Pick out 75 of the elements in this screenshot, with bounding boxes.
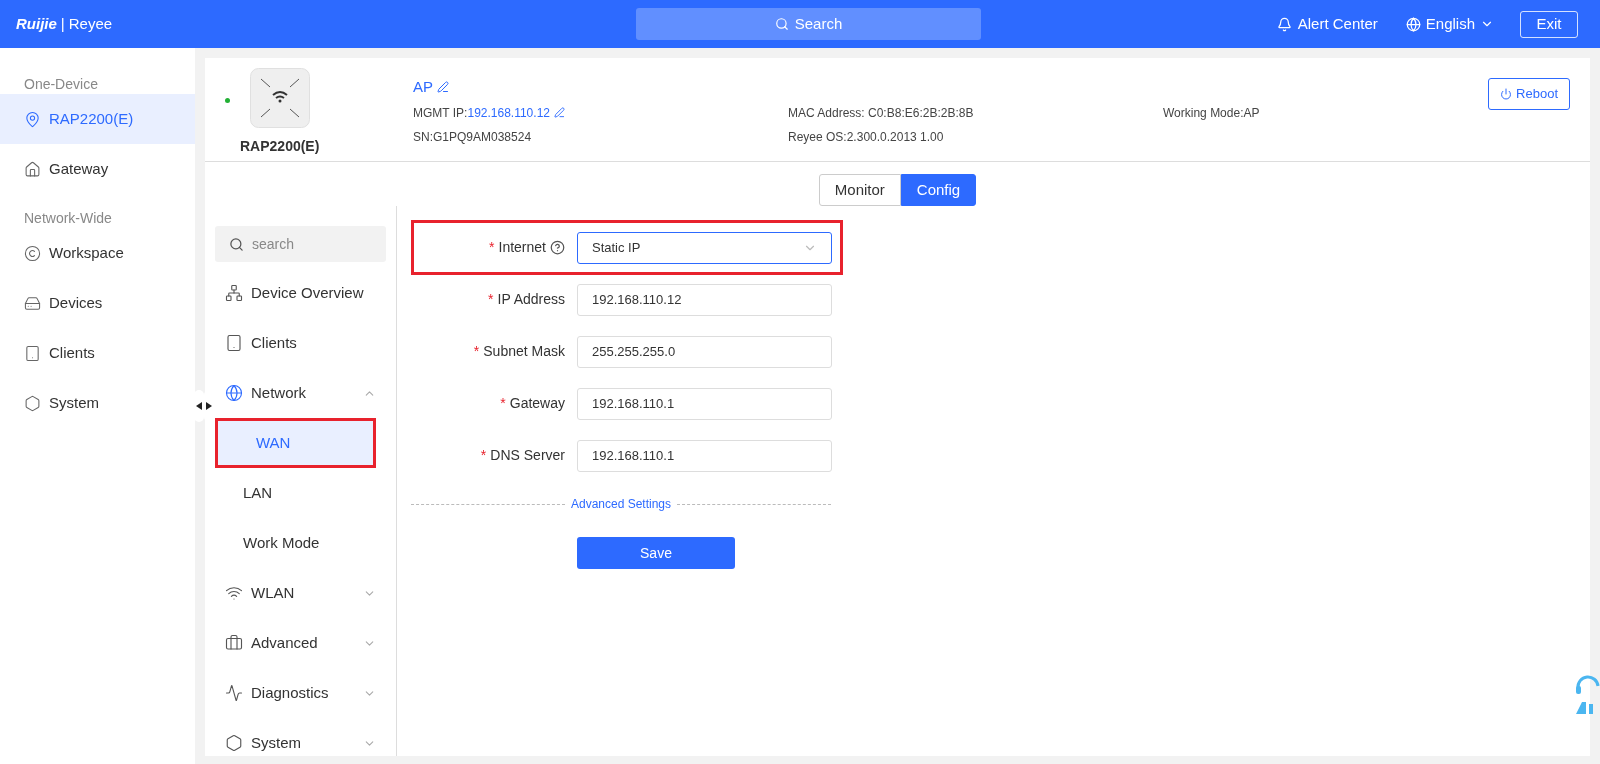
input-field[interactable]: 255.255.255.0 xyxy=(577,335,832,368)
logo-separator: | xyxy=(60,13,65,34)
logo-wordmark: Ruijie xyxy=(16,13,57,34)
access-point-icon xyxy=(249,68,310,128)
hexagon-icon xyxy=(225,734,243,752)
pulse-icon xyxy=(225,684,243,702)
sidebar-item[interactable]: RAP2200(E) xyxy=(0,94,195,144)
device-model: RAP2200(E) xyxy=(240,137,320,156)
device-icon xyxy=(24,294,41,312)
input-field[interactable]: 192.168.110.1 xyxy=(577,387,832,420)
menu-search-field[interactable]: search xyxy=(215,226,386,262)
sidebar-item[interactable]: Clients xyxy=(0,328,195,378)
working-mode: Working Mode:AP xyxy=(1163,104,1260,122)
field-label: IP Address xyxy=(497,290,565,309)
submenu-item[interactable]: Work Mode xyxy=(205,518,396,568)
sidebar-item[interactable]: Gateway xyxy=(0,144,195,194)
internet-type-dropdown[interactable]: Static IP xyxy=(577,231,832,264)
left-triangle-icon xyxy=(196,402,202,410)
tab[interactable]: Monitor xyxy=(818,174,901,206)
menu-item[interactable]: Device Overview xyxy=(215,268,396,318)
right-triangle-icon xyxy=(206,402,212,410)
edit-icon[interactable] xyxy=(554,107,565,118)
field-label: Gateway xyxy=(509,394,565,413)
menu-item[interactable]: Diagnostics xyxy=(215,668,396,718)
required-asterisk: * xyxy=(473,342,480,361)
tablet-icon xyxy=(225,334,243,352)
menu-item[interactable]: Clients xyxy=(215,318,396,368)
edit-icon[interactable] xyxy=(437,81,449,94)
tab[interactable]: Config xyxy=(900,174,977,206)
logo-wordmark: Reyee xyxy=(68,13,113,34)
bell-icon xyxy=(1276,16,1292,32)
submenu-item[interactable]: LAN xyxy=(205,468,396,518)
search-icon xyxy=(774,17,789,31)
house-icon xyxy=(24,160,41,178)
mac-address: MAC Address: C0:B8:E6:2B:2B:8B xyxy=(788,104,975,122)
power-icon xyxy=(1500,88,1513,100)
briefcase-icon xyxy=(225,634,243,652)
field-label: Internet xyxy=(498,238,546,257)
location-pin-icon xyxy=(24,110,41,128)
alert-center-button[interactable]: Alert Center xyxy=(1276,12,1378,36)
required-asterisk: * xyxy=(488,290,494,309)
device-name: AP xyxy=(413,77,433,97)
save-button[interactable]: Save xyxy=(577,537,735,569)
submenu-item[interactable]: WAN xyxy=(215,418,376,468)
serial-number: SN:G1PQ9AM038524 xyxy=(413,128,533,146)
globe-icon xyxy=(225,384,243,402)
field-label: DNS Server xyxy=(490,446,565,465)
sidebar-item[interactable]: Workspace xyxy=(0,228,195,278)
reboot-button[interactable]: Reboot xyxy=(1488,78,1570,110)
circle-letter-icon xyxy=(24,244,41,262)
required-asterisk: * xyxy=(480,446,487,465)
section-title: Network-Wide xyxy=(23,209,113,228)
input-field[interactable]: 192.168.110.1 xyxy=(577,439,832,472)
advanced-settings-link[interactable]: Advanced Settings xyxy=(564,495,678,513)
topology-icon xyxy=(225,284,243,302)
field-label: Subnet Mask xyxy=(483,342,565,361)
menu-item[interactable]: Network xyxy=(215,368,396,418)
help-icon[interactable] xyxy=(550,240,565,255)
menu-item[interactable]: WLAN xyxy=(215,568,396,618)
menu-item[interactable]: Advanced xyxy=(215,618,396,668)
exit-button[interactable]: Exit xyxy=(1520,10,1578,38)
sidebar-item[interactable]: Devices xyxy=(0,278,195,328)
support-agent-icon xyxy=(1574,674,1600,716)
required-asterisk: * xyxy=(500,394,506,413)
required-asterisk: * xyxy=(489,238,495,257)
tablet-icon xyxy=(24,344,41,362)
hexagon-icon xyxy=(24,394,41,412)
section-title: One-Device xyxy=(23,75,99,94)
globe-icon xyxy=(1405,16,1421,32)
os-version: Reyee OS:2.300.0.2013 1.00 xyxy=(788,128,944,146)
mgmt-ip: MGMT IP:192.168.110.12 xyxy=(413,104,550,122)
menu-item[interactable]: System xyxy=(215,718,396,764)
input-field[interactable]: 192.168.110.12 xyxy=(577,283,832,316)
sidebar-item[interactable]: System xyxy=(0,378,195,428)
language-dropdown[interactable]: English xyxy=(1405,12,1494,36)
